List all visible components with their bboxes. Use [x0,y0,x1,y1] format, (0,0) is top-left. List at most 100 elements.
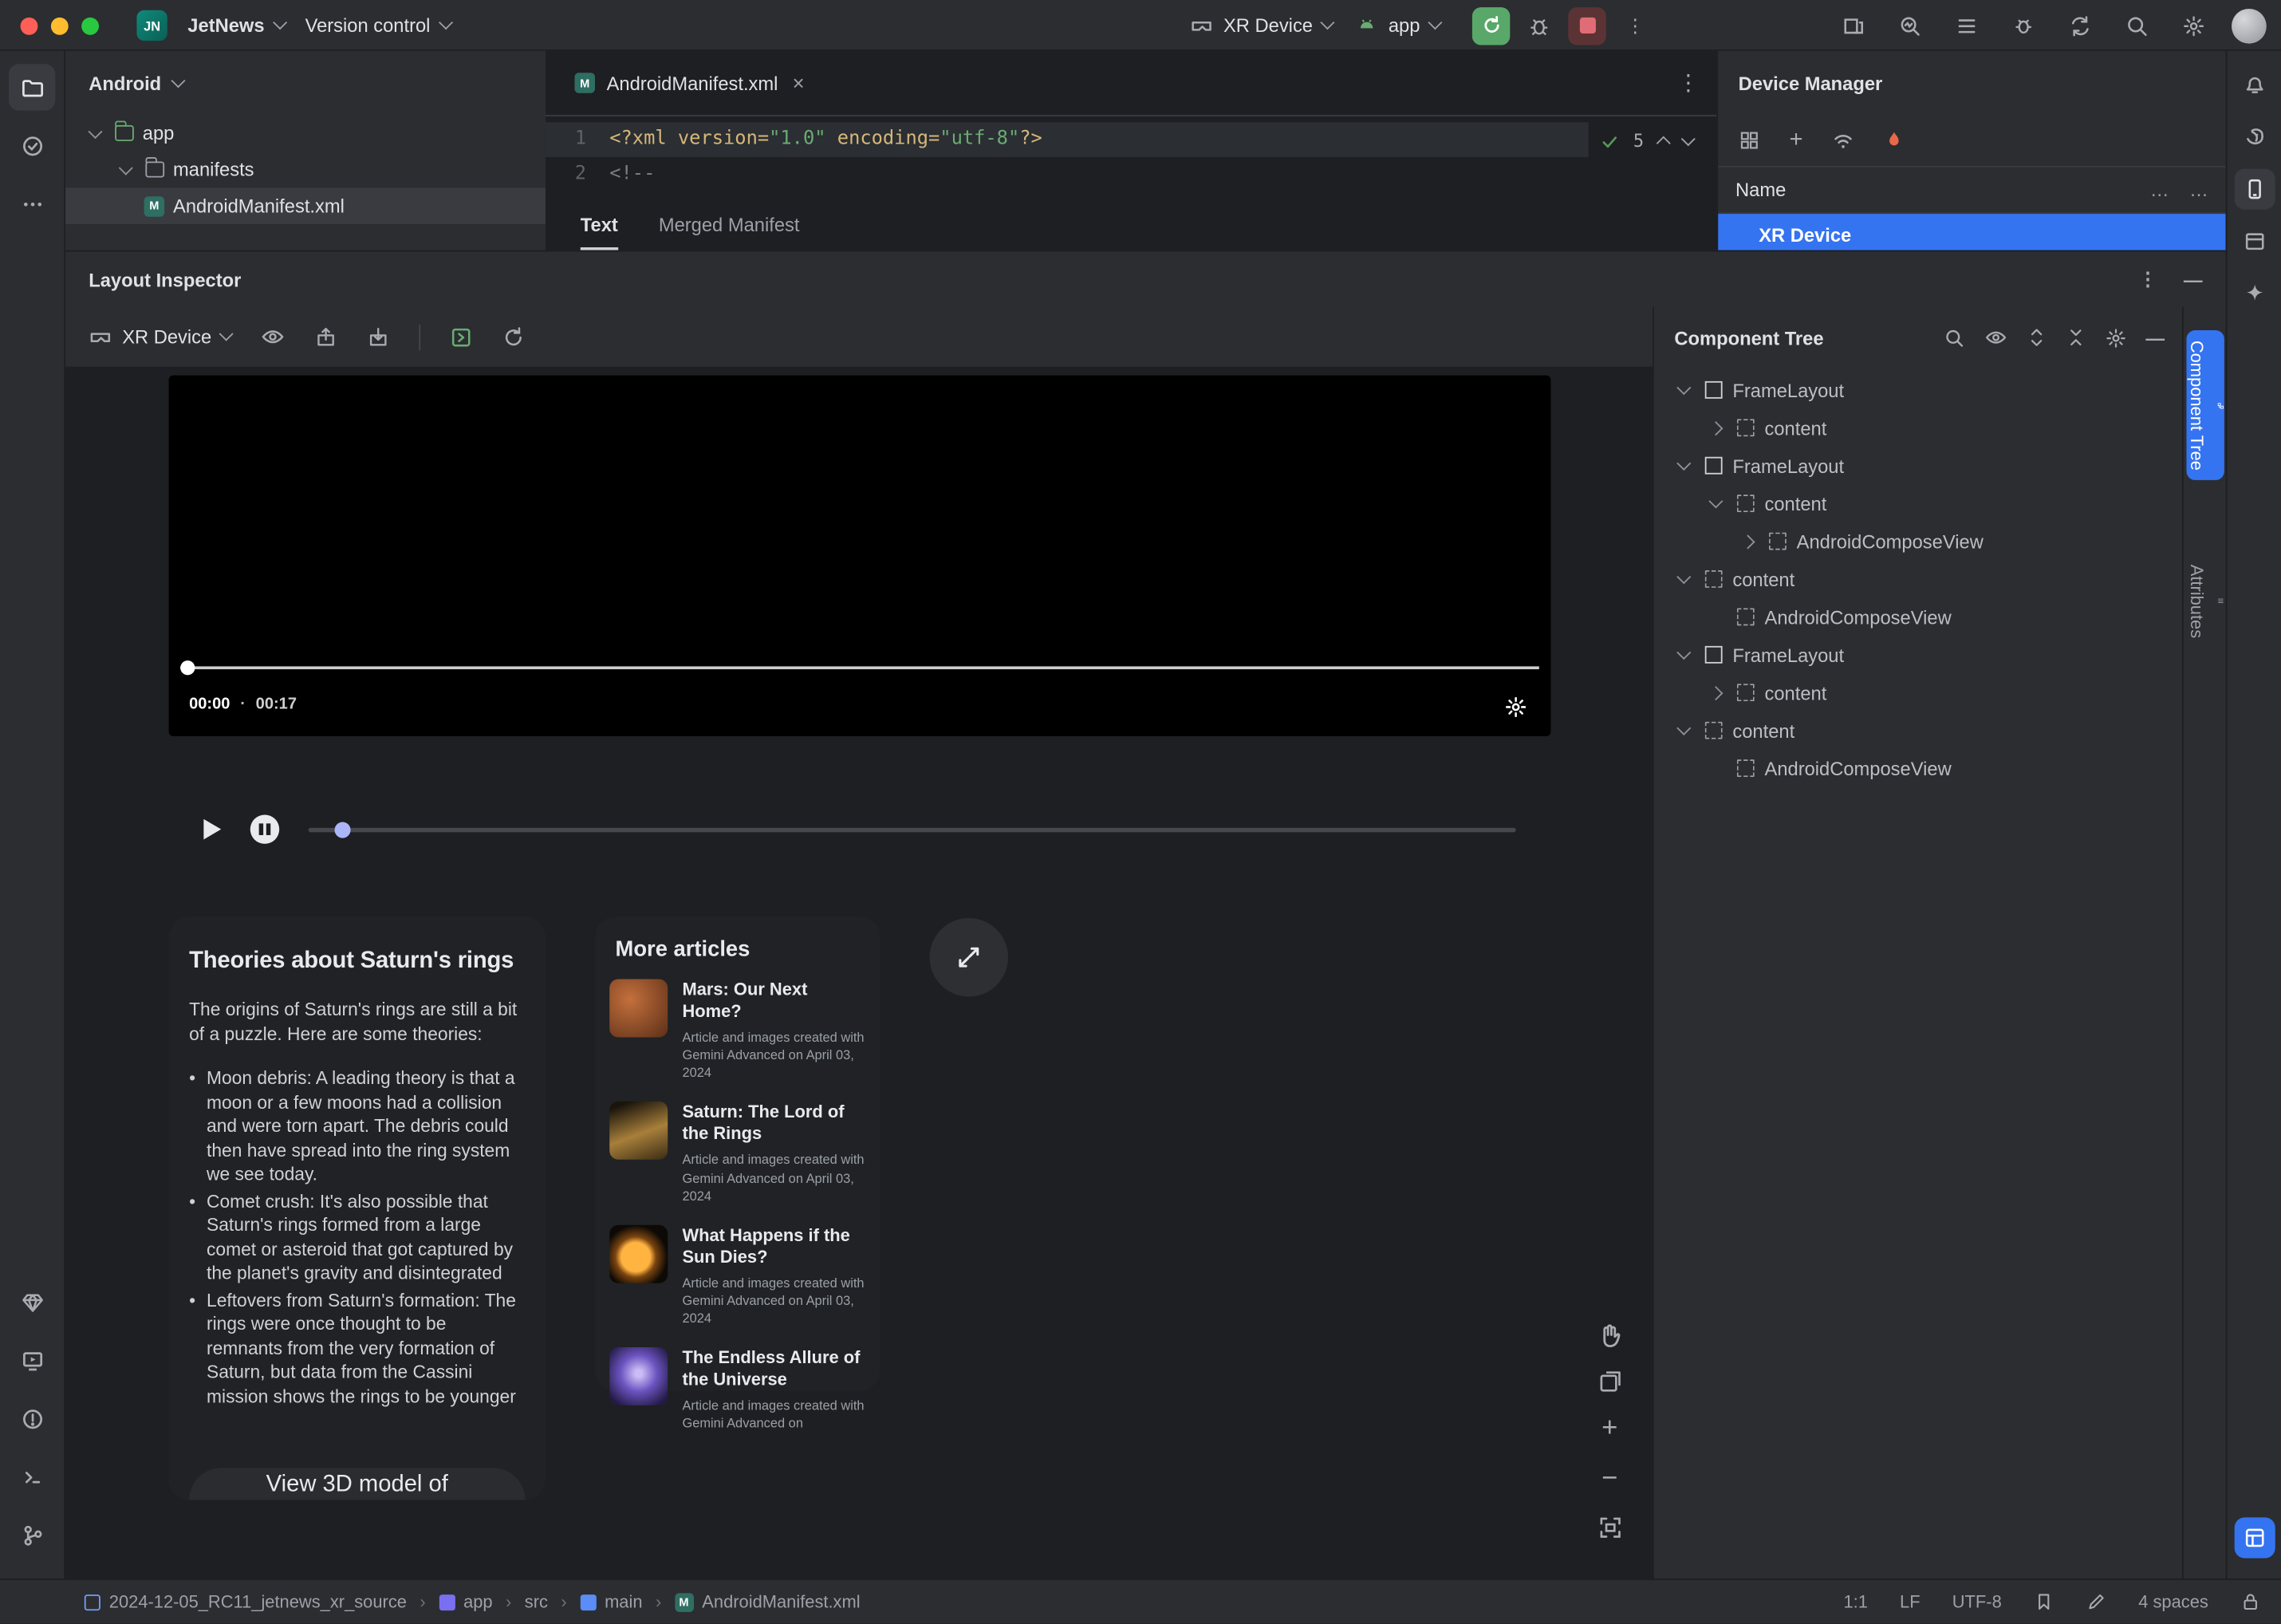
video-settings-icon[interactable] [1504,696,1527,719]
more-actions-button[interactable]: ⋮ [1617,6,1654,44]
live-updates-icon[interactable] [450,325,473,349]
breadcrumb-item[interactable]: app [420,1591,493,1612]
import-snapshot-icon[interactable] [367,325,390,349]
audio-slider-thumb[interactable] [334,821,351,838]
column-options-icon[interactable]: … [2189,179,2208,200]
device-grid-icon[interactable] [1739,129,1760,151]
version-control-tool-button[interactable] [9,1512,55,1558]
line-separator[interactable]: LF [1900,1591,1921,1612]
tree-chevron-icon[interactable] [1672,652,1695,657]
visibility-options-icon[interactable] [1984,326,2007,349]
article-item[interactable]: What Happens if the Sun Dies? Article an… [609,1224,865,1327]
tree-item-manifests[interactable]: manifests [65,152,546,188]
article-item[interactable]: Mars: Our Next Home? Article and images … [609,979,865,1082]
tree-chevron-icon[interactable] [1704,763,1727,774]
run-configuration-selector[interactable]: app [1357,14,1443,37]
structure-icon[interactable] [1948,6,1985,44]
tree-chevron-icon[interactable] [1672,576,1695,581]
problems-tool-button[interactable] [9,1395,55,1441]
component-tree-node[interactable]: AndroidComposeView [1654,749,2182,786]
rerun-button[interactable] [1472,6,1511,45]
pair-wifi-icon[interactable] [1832,128,1855,152]
bookmark-icon[interactable] [2034,1591,2054,1612]
component-tree-node[interactable]: content [1654,674,2182,711]
article-item[interactable]: The Endless Allure of the Universe Artic… [609,1347,865,1433]
component-tree-node[interactable]: content [1654,711,2182,749]
tree-chevron-icon[interactable] [1704,612,1727,622]
component-tree-node[interactable]: content [1654,409,2182,447]
firebase-icon[interactable] [1885,129,1905,151]
commit-tool-button[interactable] [9,122,55,168]
article-item[interactable]: Saturn: The Lord of the Rings Article an… [609,1102,865,1204]
gemini-tool-button[interactable] [2234,274,2275,314]
close-window-button[interactable] [20,16,38,34]
more-tool-windows-button[interactable] [9,180,55,227]
zoom-out-icon[interactable]: − [1601,1464,1617,1496]
breadcrumb-item[interactable]: AndroidManifest.xml [656,1591,861,1612]
indent-setting[interactable]: 4 spaces [2138,1591,2208,1612]
component-tree-node[interactable]: content [1654,560,2182,597]
tree-chevron-icon[interactable] [1735,536,1759,546]
pan-tool-icon[interactable] [1596,1321,1624,1349]
vcs-selector[interactable]: Version control [305,14,453,37]
collapse-all-icon[interactable] [2066,327,2086,348]
layout-inspector-canvas[interactable]: 00:00 00:17 [65,368,1653,1579]
settings-icon[interactable] [2175,6,2212,44]
project-tool-button[interactable] [8,64,56,111]
gradle-tool-button[interactable] [2234,116,2275,157]
expand-fab-button[interactable] [929,917,1009,997]
editor-options-icon[interactable]: ⋮ [1677,70,1699,96]
cursor-position[interactable]: 1:1 [1843,1591,1867,1612]
breadcrumb-item[interactable]: main [561,1591,643,1612]
view-3d-model-button[interactable]: View 3D model of [189,1468,526,1500]
play-icon[interactable] [203,818,222,840]
fullscreen-window-button[interactable] [81,16,100,34]
running-devices-tool-button[interactable] [9,1337,55,1383]
tree-chevron-icon[interactable] [1672,387,1695,392]
column-header-name[interactable]: Name [1735,179,1786,200]
project-selector[interactable]: JetNews [187,14,287,37]
stop-button[interactable] [1568,6,1606,45]
close-tab-icon[interactable]: × [793,71,805,94]
tree-item-androidmanifest[interactable]: AndroidManifest.xml [65,187,546,224]
minimize-window-button[interactable] [50,16,69,34]
hide-panel-icon[interactable]: — [2145,326,2165,348]
inspection-widget[interactable]: 5 [1600,131,1696,152]
tree-item-app[interactable]: app [65,115,546,152]
notifications-tool-button[interactable] [2234,64,2275,104]
tab-attributes[interactable]: Attributes [2186,554,2224,648]
minimize-panel-icon[interactable]: — [2184,269,2203,290]
debug-button[interactable] [1520,6,1558,44]
zoom-to-fit-icon[interactable] [1597,1515,1623,1541]
component-tree-node[interactable]: FrameLayout [1654,636,2182,673]
sync-icon[interactable] [2062,6,2099,44]
toggle-deep-inspect-icon[interactable] [261,325,286,349]
profiler-icon[interactable] [1891,6,1928,44]
terminal-tool-button[interactable] [9,1453,55,1500]
audio-slider[interactable] [308,821,1516,838]
layer-mode-icon[interactable] [1597,1368,1623,1394]
tab-component-tree[interactable]: Component Tree [2186,330,2224,481]
next-problem-icon[interactable] [1680,131,1696,146]
project-view-selector[interactable]: Android [89,72,161,93]
tree-chevron-icon[interactable] [1704,688,1727,698]
tab-text[interactable]: Text [580,199,618,250]
tree-chevron-icon[interactable] [1704,423,1727,433]
add-device-icon[interactable]: + [1790,128,1803,154]
refresh-icon[interactable] [502,325,526,349]
component-tree-node[interactable]: FrameLayout [1654,447,2182,484]
export-snapshot-icon[interactable] [315,325,338,349]
video-player[interactable]: 00:00 00:17 [168,375,1551,736]
expand-all-icon[interactable] [2027,327,2047,348]
editor-tab-androidmanifest[interactable]: AndroidManifest.xml × [563,51,816,115]
device-manager-tool-button[interactable] [2233,168,2275,210]
breadcrumb-item[interactable]: 2024-12-05_RC11_jetnews_xr_source [84,1591,407,1612]
tree-settings-icon[interactable] [2105,326,2126,348]
component-tree-node[interactable]: AndroidComposeView [1654,522,2182,560]
video-progress-bar[interactable] [180,660,1539,676]
zoom-in-icon[interactable]: + [1601,1413,1617,1445]
pen-icon[interactable] [2086,1591,2107,1612]
code-area[interactable]: 1 <?xml version= "1.0" encoding= "utf-8" ?>… [546,116,1716,192]
device-streaming-icon[interactable] [1834,6,1872,44]
panel-options-icon[interactable]: ⋮ [2138,268,2157,291]
